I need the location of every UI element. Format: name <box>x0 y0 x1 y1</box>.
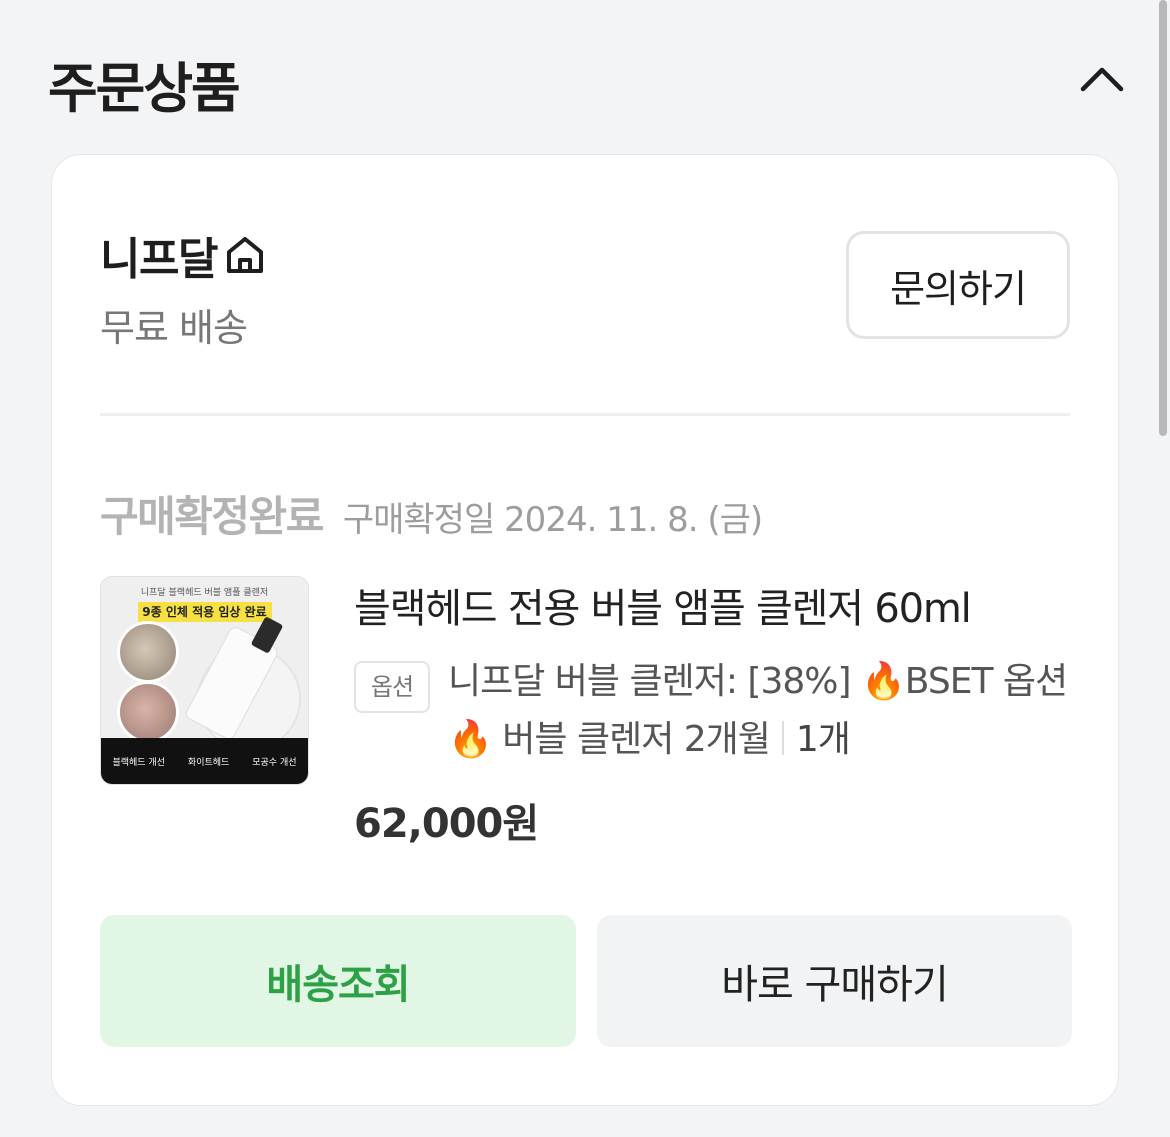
order-card: 니프달 무료 배송 문의하기 구매확정완료 구매확정일 2024. 11. 8.… <box>51 154 1119 1106</box>
product-thumbnail[interactable]: 니프달 블랙헤드 버블 앰플 클렌저 9종 인체 적용 임상 완료 블랙헤드 개… <box>100 576 309 785</box>
product-option: 옵션 니프달 버블 클렌저: [38%] 🔥BSET 옵션🔥 버블 클렌저 2개… <box>354 653 1078 769</box>
thumbnail-footer-label: 화이트헤드 <box>187 757 230 768</box>
option-text-2: BSET 옵션 <box>904 661 1068 702</box>
order-status-row: 구매확정완료 구매확정일 2024. 11. 8. (금) <box>100 483 763 544</box>
thumbnail-footer: 블랙헤드 개선 화이트헤드 모공수 개선 <box>101 738 308 784</box>
seller-name[interactable]: 니프달 <box>100 223 218 287</box>
product-info: 블랙헤드 전용 버블 앰플 클렌저 60ml 옵션 니프달 버블 클렌저: [3… <box>354 581 1078 849</box>
buy-again-button[interactable]: 바로 구매하기 <box>597 915 1072 1047</box>
inquire-button[interactable]: 문의하기 <box>846 231 1070 339</box>
quantity: 1개 <box>795 719 851 760</box>
section-title: 주문상품 <box>48 57 241 120</box>
order-items-header: 주문상품 <box>48 40 1130 120</box>
track-shipment-button[interactable]: 배송조회 <box>100 915 576 1047</box>
quantity-separator <box>781 721 784 755</box>
product-name[interactable]: 블랙헤드 전용 버블 앰플 클렌저 60ml <box>354 581 1078 637</box>
scrollbar[interactable] <box>1159 0 1167 436</box>
option-text-3: 버블 클렌저 2개월 <box>491 719 771 760</box>
thumbnail-footer-label: 블랙헤드 개선 <box>112 757 165 768</box>
chevron-up-icon <box>1080 67 1124 92</box>
option-text-1: 니프달 버블 클렌저: [38%] <box>448 661 861 702</box>
option-badge: 옵션 <box>354 661 430 713</box>
seller-row: 니프달 <box>100 223 267 287</box>
before-image <box>117 621 179 683</box>
fire-icon: 🔥 <box>860 661 906 702</box>
thumbnail-footer-label: 모공수 개선 <box>252 757 297 768</box>
order-status: 구매확정완료 <box>100 492 324 541</box>
fire-icon: 🔥 <box>448 719 493 760</box>
after-image <box>117 681 179 743</box>
thumbnail-headline: 9종 인체 적용 임상 완료 <box>137 602 272 622</box>
confirm-date: 구매확정일 2024. 11. 8. (금) <box>342 500 763 540</box>
thumbnail-top-text: 니프달 블랙헤드 버블 앰플 클렌저 <box>140 588 269 598</box>
shipping-info: 무료 배송 <box>100 306 248 350</box>
collapse-button[interactable] <box>1074 54 1130 104</box>
home-icon[interactable] <box>223 233 267 277</box>
divider <box>100 413 1070 416</box>
product-price: 62,000원 <box>354 801 539 847</box>
